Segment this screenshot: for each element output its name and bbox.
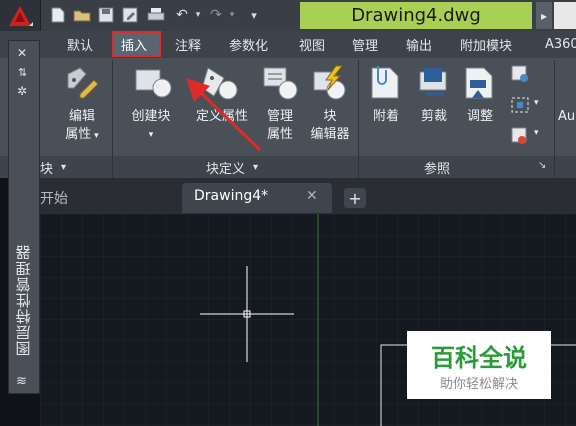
panel-divider [554, 60, 555, 178]
tab-start[interactable]: 开始 [40, 184, 68, 212]
chevron-down-icon: ▾ [61, 161, 67, 173]
tab-default[interactable]: 默认 [67, 31, 93, 58]
create-block-button[interactable]: 创建块 ▾ [126, 108, 176, 144]
application-menu-button[interactable] [0, 0, 41, 31]
chevron-down-icon[interactable]: ▾ [534, 128, 539, 138]
saveas-icon[interactable] [120, 5, 140, 25]
redo-dropdown-icon[interactable]: ▾ [222, 5, 242, 25]
adjust-icon[interactable] [462, 64, 498, 104]
autocad-logo-icon [9, 5, 33, 26]
edit-attribute-label-2: 属性 [65, 127, 92, 142]
chevron-right-icon[interactable]: ▸ [536, 2, 552, 29]
search-box[interactable] [554, 2, 576, 29]
attach-icon[interactable] [368, 64, 404, 104]
watermark-subtitle: 助你轻松解决 [439, 376, 518, 392]
customize-quick-access-icon[interactable]: ▾ [244, 5, 264, 25]
tab-parametric[interactable]: 参数化 [229, 31, 268, 58]
settings-icon[interactable]: ✲ [17, 84, 27, 98]
new-tab-plus-icon[interactable]: + [344, 188, 366, 208]
move-handle-icon[interactable]: ⇅ [18, 66, 27, 79]
chevron-down-icon: ▾ [253, 161, 259, 173]
tab-insert[interactable]: 插入 [121, 31, 147, 58]
underlay-layers-icon[interactable] [510, 64, 530, 88]
tab-a360[interactable]: A360 [545, 31, 576, 58]
manage-attributes-icon[interactable] [260, 64, 300, 106]
chevron-down-icon[interactable]: ▾ [534, 98, 539, 108]
edit-attribute-button[interactable]: 编辑 属性 ▾ [60, 108, 104, 145]
undo-dropdown-icon[interactable]: ▾ [188, 5, 208, 25]
tab-manage[interactable]: 管理 [352, 31, 378, 58]
block-definition-panel-label: 块定义 [206, 161, 246, 177]
block-editor-icon[interactable] [310, 64, 350, 106]
tab-view[interactable]: 视图 [299, 31, 325, 58]
new-icon[interactable] [48, 5, 68, 25]
annotation-arrow-icon [186, 78, 262, 152]
manage-attributes-button[interactable]: 管理 属性 [258, 108, 302, 144]
palette-title: 图层特性管理器 [14, 244, 33, 356]
tab-annotate[interactable]: 注释 [175, 31, 201, 58]
block-panel-title[interactable]: 块 ▾ [40, 157, 66, 177]
ribbon-panel-title-bar [0, 156, 576, 178]
block-definition-panel-title[interactable]: 块定义 ▾ [206, 157, 258, 177]
tab-output[interactable]: 输出 [406, 31, 432, 58]
attach-button[interactable]: 附着 [364, 108, 408, 126]
open-icon[interactable] [72, 5, 92, 25]
create-block-icon[interactable] [134, 66, 174, 106]
edit-attribute-label-1: 编辑 [68, 109, 95, 124]
adjust-button[interactable]: 调整 [458, 108, 502, 126]
block-editor-button[interactable]: 块 编辑器 [304, 108, 356, 144]
watermark-title: 百科全说 [431, 343, 527, 372]
frame-toggle-icon[interactable] [510, 96, 530, 120]
tab-drawing4[interactable]: Drawing4* ✕ [182, 183, 332, 213]
panel-divider [112, 60, 113, 178]
snap-to-underlay-icon[interactable] [510, 126, 530, 150]
close-icon[interactable]: ✕ [306, 188, 318, 204]
block-editor-label-1: 块 [323, 109, 337, 124]
close-icon[interactable]: ✕ [17, 46, 27, 60]
tab-addins[interactable]: 附加模块 [460, 31, 512, 58]
save-icon[interactable] [96, 5, 116, 25]
panel-dialog-launcher-icon[interactable]: ↘ [538, 160, 546, 171]
reference-panel-title: 参照 [424, 161, 451, 177]
layers-stack-icon[interactable]: ≋ [16, 374, 27, 389]
create-block-label: 创建块 [131, 109, 171, 124]
chevron-down-icon: ▾ [91, 131, 99, 141]
crosshair-cursor-icon [200, 266, 294, 362]
block-panel-label: 块 [40, 161, 54, 177]
document-title: Drawing4.dwg [300, 2, 532, 29]
clip-button[interactable]: 剪裁 [412, 108, 456, 126]
manage-attributes-label-1: 管理 [266, 109, 293, 124]
clip-icon[interactable] [416, 64, 452, 104]
manage-attributes-label-2: 属性 [266, 127, 293, 142]
panel-divider [358, 60, 359, 178]
autodesk-tab-label[interactable]: Au [558, 108, 575, 126]
tab-drawing4-label: Drawing4* [194, 188, 269, 204]
print-icon[interactable] [146, 5, 166, 25]
edit-attribute-icon[interactable] [64, 66, 100, 104]
block-editor-label-2: 编辑器 [310, 127, 350, 142]
chevron-down-icon: ▾ [148, 130, 154, 140]
